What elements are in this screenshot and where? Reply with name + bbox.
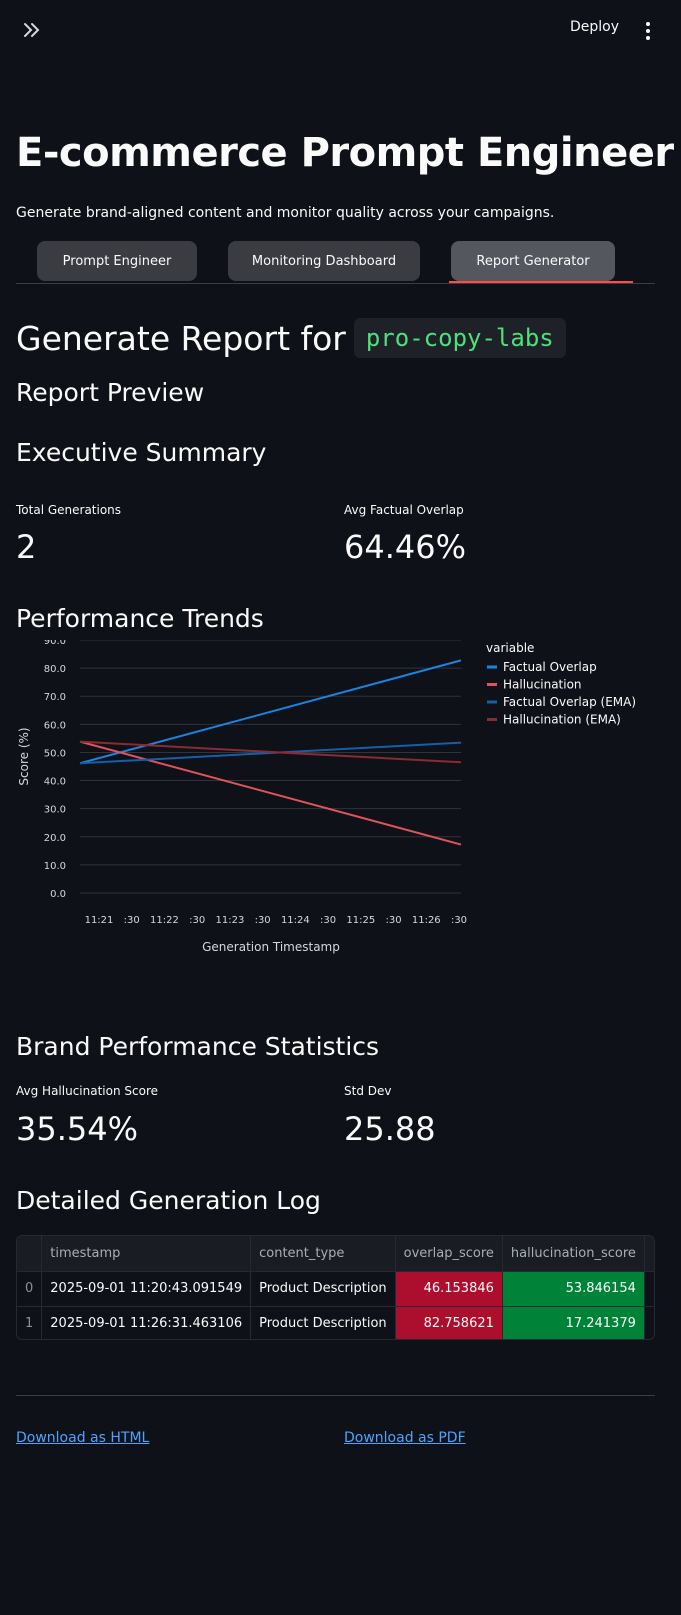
x-tick-label: 11:26 xyxy=(412,915,441,926)
page-title: E-commerce Prompt Engineer xyxy=(16,130,674,176)
legend-title: variable xyxy=(486,641,534,655)
x-tick-label: 11:24 xyxy=(281,915,310,926)
x-tick-label: 11:21 xyxy=(85,915,114,926)
performance-trends-heading: Performance Trends xyxy=(16,604,264,633)
trend-chart-svg: 0.0 10.0 20.0 30.0 40.0 50.0 60.0 70.0 80.0 90.0 1… xyxy=(17,636,636,954)
performance-trends-chart[interactable]: 0.0 10.0 20.0 30.0 40.0 50.0 60.0 70.0 80.0 90.0 1… xyxy=(0,636,681,990)
table-row[interactable]: 1 2025-09-01 11:26:31.463106 Product Des… xyxy=(17,1306,654,1339)
y-tick-label: 40.0 xyxy=(44,777,66,788)
cell-is-regression xyxy=(644,1271,654,1307)
x-tick-label: :30 xyxy=(124,915,140,926)
column-header-overlap-score[interactable]: overlap_score xyxy=(395,1236,503,1272)
more-vertical-icon[interactable] xyxy=(638,20,658,42)
brand-stats-heading: Brand Performance Statistics xyxy=(16,1032,380,1061)
report-heading-text: Generate Report for xyxy=(16,318,346,358)
legend-entry-3: Hallucination (EMA) xyxy=(503,713,621,727)
series-line-0 xyxy=(79,659,462,765)
generation-log-table[interactable]: timestamp content_type overlap_score hal… xyxy=(16,1235,655,1340)
cell-overlap-score: 46.153846 xyxy=(395,1271,503,1307)
metric-value-total-generations: 2 xyxy=(16,528,37,566)
x-tick-label: 11:25 xyxy=(346,915,375,926)
y-tick-label: 0.0 xyxy=(50,889,66,900)
cell-content-type: Product Description xyxy=(250,1271,396,1307)
x-tick-label: :30 xyxy=(385,915,401,926)
report-preview-heading: Report Preview xyxy=(16,378,205,407)
row-index: 1 xyxy=(17,1306,43,1339)
metric-label-std-dev: Std Dev xyxy=(344,1084,392,1098)
column-header-hallucination-score[interactable]: hallucination_score xyxy=(502,1236,645,1272)
legend-entry-1: Hallucination xyxy=(503,678,582,692)
download-pdf-link[interactable]: Download as PDF xyxy=(344,1430,466,1446)
expand-sidebar-icon[interactable] xyxy=(20,18,44,42)
y-tick-label: 10.0 xyxy=(44,861,66,872)
metric-value-std-dev: 25.88 xyxy=(344,1110,436,1148)
x-tick-label: :30 xyxy=(451,915,467,926)
cell-content-type: Product Description xyxy=(250,1306,396,1339)
x-axis-label: Generation Timestamp xyxy=(202,940,340,954)
table-row[interactable]: 0 2025-09-01 11:20:43.091549 Product Des… xyxy=(17,1271,654,1307)
row-index: 0 xyxy=(17,1271,43,1307)
log-table: timestamp content_type overlap_score hal… xyxy=(17,1236,654,1339)
x-tick-label: :30 xyxy=(189,915,205,926)
column-header-timestamp[interactable]: timestamp xyxy=(41,1236,252,1272)
y-axis-label: Score (%) xyxy=(17,727,31,785)
cell-timestamp: 2025-09-01 11:20:43.091549 xyxy=(41,1271,252,1307)
metric-label-avg-hallucination: Avg Hallucination Score xyxy=(16,1084,158,1098)
metric-label-avg-factual-overlap: Avg Factual Overlap xyxy=(344,503,464,517)
y-tick-label: 70.0 xyxy=(44,692,66,703)
column-header-is-regression[interactable]: is_regression xyxy=(644,1236,654,1272)
generation-log-heading: Detailed Generation Log xyxy=(16,1186,321,1215)
y-tick-label: 30.0 xyxy=(44,805,66,816)
y-tick-label: 90.0 xyxy=(44,640,66,647)
executive-summary-heading: Executive Summary xyxy=(16,438,267,467)
metric-label-total-generations: Total Generations xyxy=(16,503,122,517)
column-header-index[interactable] xyxy=(17,1236,43,1272)
y-tick-label: 60.0 xyxy=(44,720,66,731)
tab-bar: Prompt Engineer Monitoring Dashboard Rep… xyxy=(16,240,655,284)
legend-entry-0: Factual Overlap xyxy=(503,660,597,674)
y-tick-label: 50.0 xyxy=(44,748,66,759)
report-heading: Generate Report for pro-copy-labs xyxy=(16,318,566,358)
cell-hallucination-score: 53.846154 xyxy=(502,1271,645,1307)
column-header-content-type[interactable]: content_type xyxy=(250,1236,396,1272)
cell-is-regression xyxy=(644,1306,654,1339)
tab-report-generator[interactable]: Report Generator xyxy=(451,241,615,281)
metric-value-avg-factual-overlap: 64.46% xyxy=(344,528,467,566)
deploy-button[interactable]: Deploy xyxy=(570,19,619,35)
page-subtitle: Generate brand-aligned content and monit… xyxy=(16,205,555,221)
brand-code: pro-copy-labs xyxy=(353,318,566,358)
legend-entry-2: Factual Overlap (EMA) xyxy=(503,695,636,709)
download-html-link[interactable]: Download as HTML xyxy=(16,1430,149,1446)
metric-value-avg-hallucination: 35.54% xyxy=(16,1110,139,1148)
x-tick-label: 11:23 xyxy=(215,915,244,926)
active-tab-indicator xyxy=(449,281,633,283)
section-divider xyxy=(16,1395,655,1396)
top-bar: Deploy xyxy=(0,0,681,60)
series-line-1 xyxy=(79,740,462,846)
x-tick-label: :30 xyxy=(255,915,271,926)
cell-hallucination-score: 17.241379 xyxy=(502,1306,645,1339)
tab-prompt-engineer[interactable]: Prompt Engineer xyxy=(37,241,197,281)
table-header-row: timestamp content_type overlap_score hal… xyxy=(17,1236,654,1272)
cell-overlap-score: 82.758621 xyxy=(395,1306,503,1339)
x-tick-label: :30 xyxy=(320,915,336,926)
y-tick-label: 80.0 xyxy=(44,664,66,675)
y-tick-label: 20.0 xyxy=(44,833,66,844)
tab-monitoring-dashboard[interactable]: Monitoring Dashboard xyxy=(228,241,420,281)
x-tick-label: 11:22 xyxy=(150,915,179,926)
cell-timestamp: 2025-09-01 11:26:31.463106 xyxy=(41,1306,252,1339)
